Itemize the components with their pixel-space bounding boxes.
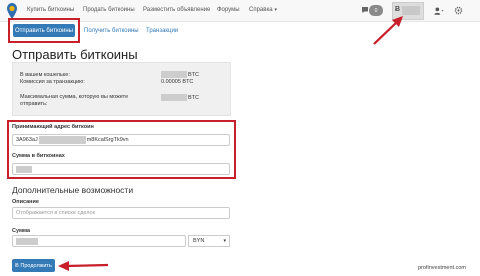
description-input[interactable]: Отображается в списке сделок xyxy=(12,207,230,219)
address-input[interactable]: 3A963aJ m8KcalSrgTk9vn xyxy=(12,134,230,146)
address-middle-masked xyxy=(38,136,86,144)
amount-btc-input[interactable] xyxy=(12,163,230,175)
arrow-to-balance-icon xyxy=(373,16,403,45)
max-amount-label-2: отправить: xyxy=(20,101,48,107)
address-value-end: m8KcalSrgTk9vn xyxy=(86,137,129,143)
amount-btc-label: Сумма в биткоинах xyxy=(12,153,65,159)
max-amount-masked xyxy=(161,94,187,101)
arrow-to-continue-icon xyxy=(58,261,109,271)
caret-down-icon: ▾ xyxy=(274,7,278,13)
tab-send-bitcoins[interactable]: Отправить биткоины xyxy=(13,24,75,37)
nav-forums[interactable]: Форумы xyxy=(217,7,240,13)
wallet-info-panel: В вашем кошельке: Комиссия за транзакцию… xyxy=(12,62,231,116)
nav-post-ad[interactable]: Разместить объявление xyxy=(143,7,210,13)
logo-icon[interactable] xyxy=(7,3,17,19)
page-title: Отправить биткоины xyxy=(12,47,138,62)
address-label: Принимающий адрес биткоин xyxy=(12,124,94,130)
chat-icon[interactable] xyxy=(361,6,369,14)
nav-buy-bitcoins[interactable]: Купить биткоины xyxy=(27,7,74,13)
wallet-amount-masked xyxy=(161,71,187,78)
amount-fiat-value-masked xyxy=(16,237,38,245)
amount-fiat-input[interactable] xyxy=(12,235,186,247)
watermark: profinvestment.com xyxy=(418,265,466,271)
fee-value: 0.00005 BTC xyxy=(161,79,194,85)
nav-help[interactable]: Справка ▾ xyxy=(249,7,277,13)
amount-label: Сумма xyxy=(12,228,31,234)
currency-select[interactable]: BYN ▾ xyxy=(188,235,230,247)
max-amount-label: Максимальная сумма, которую вы можете xyxy=(20,94,129,100)
fee-label: Комиссия за транзакцию: xyxy=(20,79,85,85)
amount-btc-value-masked xyxy=(16,165,32,173)
additional-options-heading: Дополнительные возможности xyxy=(12,185,134,195)
tab-receive-bitcoins[interactable]: Получить биткоины xyxy=(84,28,139,34)
nav-sell-bitcoins[interactable]: Продать биткоины xyxy=(83,7,135,13)
user-menu-icon[interactable] xyxy=(434,6,444,16)
address-value-start: 3A963aJ xyxy=(16,137,38,143)
tab-transactions[interactable]: Транзакции xyxy=(146,28,178,34)
description-label: Описание xyxy=(12,199,39,205)
chevron-down-icon: ▾ xyxy=(223,238,226,244)
gear-icon[interactable] xyxy=(454,6,463,15)
wallet-unit: BTC xyxy=(188,72,199,78)
nav-help-label: Справка xyxy=(249,7,273,13)
wallet-label: В вашем кошельке: xyxy=(20,72,70,78)
description-placeholder: Отображается в списке сделок xyxy=(16,210,96,216)
continue-button[interactable]: Ƀ Продолжить xyxy=(12,259,55,272)
max-amount-unit: BTC xyxy=(188,95,199,101)
currency-value: BYN xyxy=(193,238,205,244)
